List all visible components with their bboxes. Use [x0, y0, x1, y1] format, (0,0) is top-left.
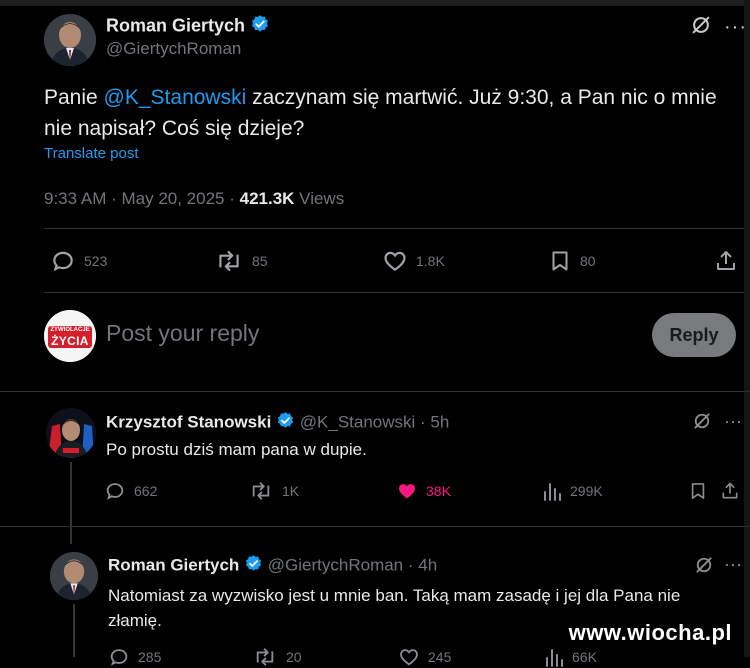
avatar[interactable] [50, 552, 98, 600]
reply-action[interactable]: 523 [50, 248, 107, 274]
thread-line [73, 604, 75, 657]
verified-badge-icon [250, 14, 270, 39]
views-action[interactable]: 66K [544, 646, 597, 668]
heart-icon [400, 649, 418, 666]
divider [44, 292, 744, 293]
reply-count: 523 [84, 253, 108, 269]
grok-icon[interactable] [694, 555, 714, 580]
author-handle[interactable]: @K_Stanowski · 5h [300, 412, 450, 431]
bookmark-icon[interactable] [688, 480, 708, 507]
views-action[interactable]: 299K [542, 480, 603, 502]
author-handle[interactable]: @GiertychRoman · 4h [268, 555, 437, 574]
screenshot-frame-top [0, 0, 750, 6]
bookmark-count: 80 [580, 253, 596, 269]
author-name[interactable]: Roman Giertych [106, 15, 245, 35]
avatar-logo-text-top: ZYWIOLACJE [50, 327, 90, 333]
bookmark-icon [552, 251, 568, 271]
reply-count: 662 [134, 483, 158, 499]
more-options-icon[interactable]: ··· [724, 411, 742, 432]
repost-action[interactable]: 20 [252, 646, 302, 668]
analytics-icon [546, 649, 563, 667]
reply-icon [110, 649, 128, 666]
post-text: Panie @K_Stanowski zaczynam się martwić.… [44, 82, 724, 144]
thread-line [70, 462, 72, 544]
reply-action[interactable]: 662 [104, 480, 157, 502]
views-count: 299K [570, 483, 603, 499]
repost-icon [256, 648, 274, 666]
views-count: 421.3K [239, 189, 295, 208]
more-options-icon[interactable]: ··· [724, 16, 747, 39]
post-text-line-2: nie napisał? Coś się dzieje? [44, 117, 305, 140]
reply-action[interactable]: 285 [108, 646, 161, 668]
verified-badge-icon [244, 554, 263, 578]
reply-count: 285 [138, 649, 162, 665]
post-text-line-1: Panie @K_Stanowski zaczynam się martwić.… [44, 86, 717, 109]
divider [44, 228, 744, 229]
post-timestamp[interactable]: 9:33 AM · May 20, 2025 · [44, 189, 240, 208]
author-photo [44, 14, 96, 66]
reply-text-line-1: Natomiast za wyzwisko jest u mnie ban. T… [108, 586, 681, 605]
share-icon[interactable] [720, 480, 740, 507]
screenshot-frame-right [744, 0, 750, 657]
post-meta: 9:33 AM · May 20, 2025 · 421.3K Views [44, 189, 344, 209]
like-action[interactable]: 1.8K [382, 248, 445, 274]
heart-filled-icon [399, 484, 415, 499]
grok-icon[interactable] [692, 411, 712, 436]
share-icon[interactable] [714, 249, 738, 278]
reply-icon [106, 483, 124, 500]
like-count: 38K [426, 483, 451, 499]
repost-count: 20 [286, 649, 302, 665]
divider [0, 391, 750, 392]
avatar[interactable] [46, 408, 96, 458]
author-name[interactable]: Krzysztof Stanowski [106, 412, 271, 431]
mention-link[interactable]: @K_Stanowski [104, 86, 247, 109]
repost-action[interactable]: 1K [248, 480, 299, 502]
author-handle[interactable]: @GiertychRoman [106, 39, 241, 59]
like-count: 245 [428, 649, 452, 665]
repost-icon [252, 482, 270, 500]
like-count: 1.8K [416, 253, 445, 269]
avatar[interactable] [44, 14, 96, 66]
watermark: www.wiocha.pl [568, 620, 732, 645]
like-action[interactable]: 38K [396, 480, 451, 502]
reply-text: Po prostu dziś mam pana w dupie. [106, 440, 367, 459]
reply-input[interactable]: Post your reply [106, 320, 259, 347]
repost-icon [219, 250, 239, 272]
grok-icon[interactable] [690, 14, 712, 41]
bookmark-action[interactable]: 80 [548, 248, 596, 274]
current-user-avatar: ZYWIOLACJE ŻYCIA [44, 310, 96, 362]
author-name[interactable]: Roman Giertych [108, 555, 239, 574]
heart-icon [384, 251, 406, 271]
repost-count: 1K [282, 483, 300, 499]
verified-badge-icon [276, 411, 295, 435]
reply-icon [53, 251, 73, 272]
views-label: Views [294, 189, 345, 208]
analytics-icon [544, 483, 561, 501]
divider [0, 526, 750, 527]
reply-button[interactable]: Reply [652, 313, 736, 357]
views-count: 66K [572, 649, 597, 665]
more-options-icon[interactable]: ··· [724, 554, 742, 575]
like-action[interactable]: 245 [398, 646, 451, 668]
repost-count: 85 [252, 253, 268, 269]
avatar-logo-text-main: ŻYCIA [51, 334, 89, 348]
translate-post-link[interactable]: Translate post [44, 145, 139, 162]
repost-action[interactable]: 85 [214, 248, 268, 274]
